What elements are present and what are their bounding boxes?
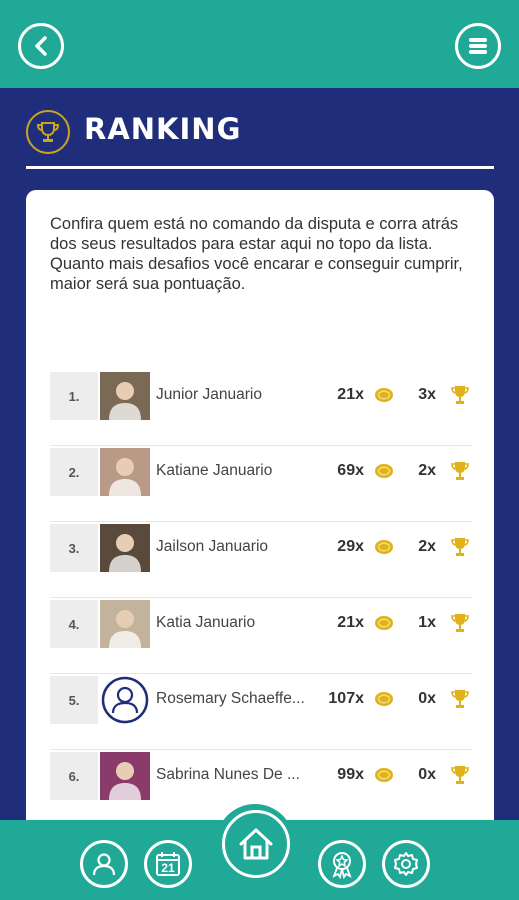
- home-icon: [239, 828, 273, 860]
- ranking-row[interactable]: 3. Jailson Januario 29x 2x: [50, 522, 472, 598]
- coin-icon: [375, 388, 393, 402]
- avatar: [100, 524, 150, 572]
- avatar: [100, 448, 150, 496]
- coin-icon: [375, 540, 393, 554]
- trophy-count: 2x: [418, 462, 436, 479]
- rank-position: 6.: [50, 752, 98, 800]
- medal-button[interactable]: [318, 840, 366, 888]
- medal-icon: [332, 852, 352, 879]
- avatar: [100, 676, 150, 724]
- player-name: Junior Januario: [156, 386, 262, 403]
- player-name: Sabrina Nunes De ...: [156, 766, 300, 783]
- coin-count: 99x: [337, 766, 364, 783]
- trophy-icon: [451, 386, 469, 404]
- coin-icon: [375, 616, 393, 630]
- coin-count: 69x: [337, 462, 364, 479]
- intro-text: Confira quem está no comando da disputa …: [50, 215, 463, 293]
- rank-position: 4.: [50, 600, 98, 648]
- coin-count: 21x: [337, 614, 364, 631]
- calendar-day: 21: [161, 861, 175, 875]
- back-button[interactable]: [18, 23, 64, 69]
- trophy-count: 1x: [418, 614, 436, 631]
- header-divider: [26, 166, 494, 169]
- coin-count: 107x: [328, 690, 364, 707]
- trophy-count: 3x: [418, 386, 436, 403]
- trophy-icon: [451, 614, 469, 632]
- trophy-icon: [451, 538, 469, 556]
- coin-count: 21x: [337, 386, 364, 403]
- calendar-button[interactable]: 21: [144, 840, 192, 888]
- player-name: Katia Januario: [156, 614, 256, 631]
- avatar: [100, 752, 150, 800]
- rank-position: 2.: [50, 448, 98, 496]
- settings-button[interactable]: [382, 840, 430, 888]
- coin-icon: [375, 768, 393, 782]
- rank-position: 5.: [50, 676, 98, 724]
- ranking-row[interactable]: 1. Junior Januario 21x 3x: [50, 370, 472, 446]
- trophy-count: 0x: [418, 690, 436, 707]
- player-name: Katiane Januario: [156, 462, 273, 479]
- menu-button[interactable]: [455, 23, 501, 69]
- ranking-card: Confira quem está no comando da disputa …: [26, 190, 494, 850]
- avatar: [100, 372, 150, 420]
- trophy-count: 2x: [418, 538, 436, 555]
- trophy-icon: [451, 766, 469, 784]
- coin-count: 29x: [337, 538, 364, 555]
- top-bar: [0, 0, 519, 88]
- menu-icon: [469, 38, 487, 54]
- ranking-row[interactable]: 4. Katia Januario 21x 1x: [50, 598, 472, 674]
- profile-button[interactable]: [80, 840, 128, 888]
- rank-position: 3.: [50, 524, 98, 572]
- calendar-icon: 21: [156, 852, 180, 876]
- player-name: Rosemary Schaeffe...: [156, 690, 305, 707]
- trophy-count: 0x: [418, 766, 436, 783]
- page-title: RANKING: [84, 112, 242, 146]
- trophy-badge-icon: [26, 110, 70, 154]
- page-header: RANKING: [0, 88, 519, 172]
- player-name: Jailson Januario: [156, 538, 269, 555]
- profile-icon: [92, 853, 116, 876]
- rank-position: 1.: [50, 372, 98, 420]
- coin-icon: [375, 464, 393, 478]
- coin-icon: [375, 692, 393, 706]
- trophy-icon: [451, 462, 469, 480]
- ranking-row[interactable]: 2. Katiane Januario 69x 2x: [50, 446, 472, 522]
- ranking-row[interactable]: 5. Rosemary Schaeffe... 107x 0x: [50, 674, 472, 750]
- chevron-left-icon: [35, 36, 47, 56]
- trophy-icon: [451, 690, 469, 708]
- home-button[interactable]: [222, 810, 290, 878]
- avatar: [100, 600, 150, 648]
- settings-icon: [394, 852, 418, 876]
- ranking-list: 1. Junior Januario 21x 3x 2. Katiane Jan…: [50, 370, 472, 826]
